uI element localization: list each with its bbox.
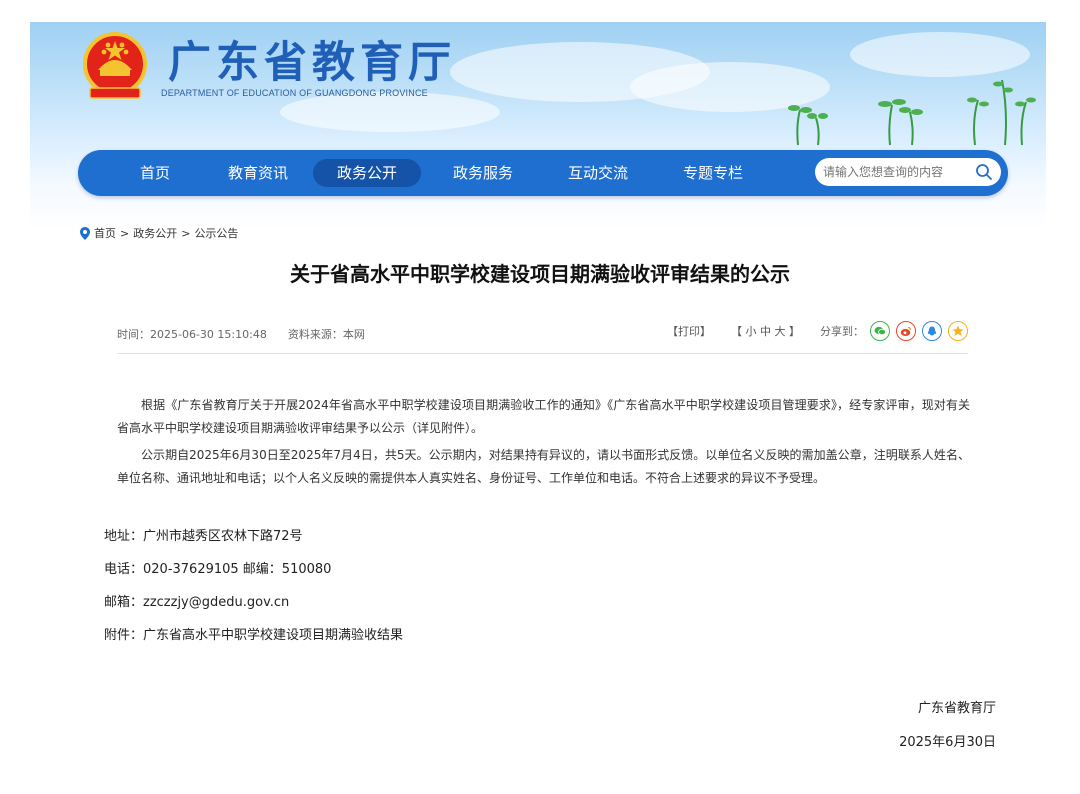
breadcrumb-section[interactable]: 政务公开: [133, 225, 177, 241]
national-emblem-icon: [83, 32, 147, 99]
nav-interaction[interactable]: 互动交流: [558, 159, 638, 187]
decorative-plants: [788, 79, 1036, 146]
breadcrumb: 首页 > 政务公开 > 公示公告: [80, 225, 238, 241]
search-icon[interactable]: [975, 163, 993, 181]
breadcrumb-current[interactable]: 公示公告: [194, 225, 238, 241]
phone: 电话：020-37629105 邮编：510080: [104, 562, 332, 577]
search-box: [815, 158, 1001, 186]
qzone-icon[interactable]: [948, 321, 968, 341]
site-subtitle: DEPARTMENT OF EDUCATION OF GUANGDONG PRO…: [161, 88, 428, 98]
main-nav: 首页 教育资讯 政务公开 政务服务 互动交流 专题专栏: [78, 150, 1008, 196]
site-title: 广东省教育厅: [168, 38, 456, 88]
signature-date: 2025年6月30日: [899, 735, 996, 750]
nav-government-affairs[interactable]: 政务公开: [313, 159, 421, 187]
attachment-link[interactable]: 广东省高水平中职学校建设项目期满验收结果: [143, 628, 403, 643]
nav-government-services[interactable]: 政务服务: [443, 159, 523, 187]
search-input[interactable]: [823, 161, 973, 183]
nav-education-news[interactable]: 教育资讯: [218, 159, 298, 187]
email: 邮箱：zzczzjy@gdedu.gov.cn: [104, 595, 290, 610]
address: 地址：广州市越秀区农林下路72号: [104, 529, 303, 544]
article-source: 资料来源：本网: [287, 328, 365, 341]
breadcrumb-home[interactable]: 首页: [94, 225, 116, 241]
breadcrumb-separator: >: [120, 226, 130, 240]
article-meta: 时间：2025-06-30 15:10:48 资料来源：本网 【打印】 【 小 …: [117, 321, 968, 354]
site-header: 广东省教育厅 DEPARTMENT OF EDUCATION OF GUANGD…: [30, 22, 1046, 230]
qq-icon[interactable]: [922, 321, 942, 341]
breadcrumb-separator: >: [181, 226, 191, 240]
publish-time: 时间：2025-06-30 15:10:48: [117, 328, 267, 341]
nav-home[interactable]: 首页: [130, 159, 180, 187]
attachment: 附件：广东省高水平中职学校建设项目期满验收结果: [104, 626, 403, 659]
weibo-icon[interactable]: [896, 321, 916, 341]
wechat-icon[interactable]: [870, 321, 890, 341]
paragraph: 根据《广东省教育厅关于开展2024年省高水平中职学校建设项目期满验收工作的通知》…: [117, 398, 970, 435]
paragraph: 公示期自2025年6月30日至2025年7月4日，共5天。公示期内，对结果持有异…: [117, 448, 970, 485]
print-button[interactable]: 【打印】: [667, 323, 711, 339]
signature-org: 广东省教育厅: [917, 701, 996, 716]
location-pin-icon: [80, 226, 90, 240]
article-body: 根据《广东省教育厅关于开展2024年省高水平中职学校建设项目期满验收工作的通知》…: [117, 394, 970, 494]
font-size-selector[interactable]: 【 小 中 大 】: [731, 323, 800, 339]
share-label: 分享到：: [820, 325, 864, 338]
nav-special-topics[interactable]: 专题专栏: [673, 159, 753, 187]
article-title: 关于省高水平中职学校建设项目期满验收评审结果的公示: [290, 262, 790, 286]
attachment-label: 附件：: [104, 628, 144, 643]
contact-info: 地址：广州市越秀区农林下路72号 电话：020-37629105 邮编：5100…: [104, 527, 403, 659]
